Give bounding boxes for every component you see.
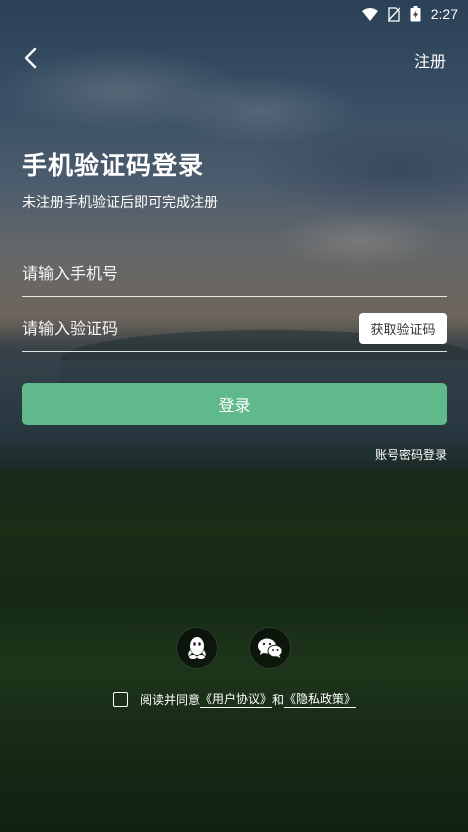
wechat-icon — [258, 638, 283, 658]
no-sim-icon — [387, 6, 400, 22]
back-button[interactable] — [16, 44, 44, 72]
battery-charging-icon — [410, 6, 421, 22]
code-field: 获取验证码 — [22, 302, 447, 352]
wechat-login-button[interactable] — [249, 627, 291, 669]
page-subtitle: 未注册手机验证后即可完成注册 — [22, 195, 218, 211]
qq-login-button[interactable] — [176, 627, 218, 669]
status-bar: 2:27 — [0, 0, 468, 28]
chevron-left-icon — [24, 47, 37, 69]
privacy-policy-link[interactable]: 《隐私政策》 — [284, 690, 357, 708]
password-login-link[interactable]: 账号密码登录 — [375, 446, 447, 463]
agreement-and: 和 — [272, 692, 285, 707]
social-login — [176, 627, 291, 669]
get-code-button[interactable]: 获取验证码 — [359, 313, 447, 344]
register-link[interactable]: 注册 — [414, 48, 446, 72]
qq-icon — [188, 637, 206, 659]
agreement: 阅读并同意 《用户协议》 和 《隐私政策》 — [113, 690, 357, 708]
login-screen: 注册 手机验证码登录 未注册手机验证后即可完成注册 获取验证码 登录 账号密码登… — [0, 0, 468, 832]
phone-field — [22, 247, 447, 297]
phone-input[interactable] — [22, 260, 342, 286]
page-title: 手机验证码登录 — [22, 151, 205, 180]
login-button[interactable]: 登录 — [22, 383, 447, 425]
user-agreement-link[interactable]: 《用户协议》 — [200, 690, 273, 708]
agreement-checkbox[interactable] — [113, 691, 128, 707]
wifi-icon — [361, 7, 378, 21]
verification-code-input[interactable] — [22, 315, 342, 341]
agreement-prefix: 阅读并同意 — [140, 692, 201, 707]
status-time: 2:27 — [430, 6, 458, 22]
